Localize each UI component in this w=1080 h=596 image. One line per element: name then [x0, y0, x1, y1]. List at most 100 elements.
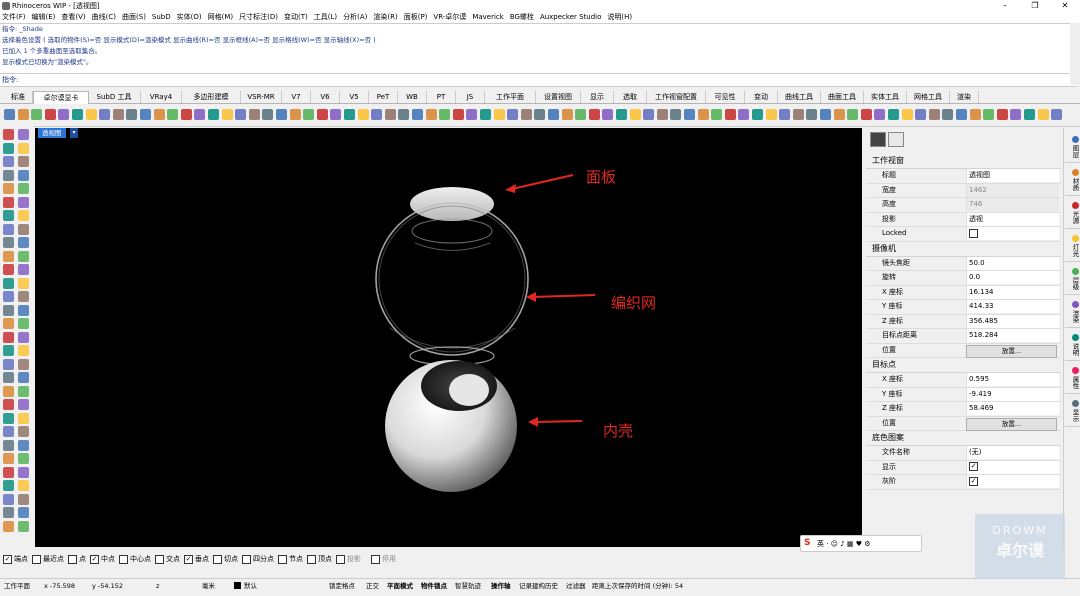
- left-tool-icon[interactable]: [3, 291, 14, 302]
- left-tool-icon[interactable]: [3, 196, 14, 208]
- toolbar-tool-icon[interactable]: [1051, 109, 1063, 120]
- checkbox-4[interactable]: [969, 228, 978, 238]
- left-tool-icon[interactable]: [18, 399, 29, 410]
- left-tool-icon[interactable]: [18, 277, 29, 289]
- left-tool-icon[interactable]: [18, 129, 29, 140]
- left-tool-icon[interactable]: [3, 507, 14, 518]
- left-tool-icon[interactable]: [3, 264, 14, 275]
- toolbar-tool-icon[interactable]: [1024, 109, 1035, 120]
- osnap-1[interactable]: 最近点: [32, 552, 64, 566]
- toolbar-tool-icon[interactable]: [697, 109, 709, 120]
- osnap-checkbox[interactable]: [336, 554, 345, 564]
- tab-10[interactable]: WB: [398, 91, 427, 103]
- toolbar-tool-icon[interactable]: [140, 109, 151, 120]
- ime-toolbar[interactable]: S 英 · ☺ ♪ ▦ ♥ ⚙: [800, 535, 922, 552]
- menu-mesh[interactable]: 网格(M): [208, 12, 234, 23]
- toolbar-tool-icon[interactable]: [874, 109, 886, 120]
- tab-23[interactable]: 网格工具: [907, 91, 950, 103]
- left-tool-icon[interactable]: [3, 250, 14, 262]
- menu-auxpecker[interactable]: Auxpecker Studio: [540, 12, 601, 23]
- left-tool-icon[interactable]: [18, 304, 29, 316]
- property-value[interactable]: -9.419: [966, 387, 1059, 401]
- side-tab-4[interactable]: 层级: [1065, 264, 1080, 295]
- ime-mode-icon[interactable]: 英 · ☺ ♪ ▦ ♥ ⚙: [817, 539, 871, 549]
- left-tool-icon[interactable]: [18, 345, 29, 356]
- side-tab-1[interactable]: 材质: [1065, 165, 1080, 196]
- osnap-11[interactable]: 投影: [336, 552, 361, 566]
- menu-analyze[interactable]: 分析(A): [343, 12, 367, 23]
- toolbar-tool-icon[interactable]: [602, 109, 614, 120]
- left-tool-icon[interactable]: [18, 439, 29, 451]
- menu-vr[interactable]: VR-卓尔谟: [433, 12, 466, 23]
- checkbox-2[interactable]: ✓: [969, 476, 978, 486]
- tab-3[interactable]: VRay4: [141, 91, 182, 103]
- place-button[interactable]: 放置...: [966, 417, 1057, 431]
- toolbar-tool-icon[interactable]: [643, 109, 655, 120]
- left-tool-icon[interactable]: [18, 520, 29, 532]
- toolbar-tool-icon[interactable]: [792, 109, 804, 120]
- toolbar-tool-icon[interactable]: [724, 109, 736, 120]
- toolbar-tool-icon[interactable]: [956, 109, 967, 120]
- toolbar-tool-icon[interactable]: [548, 109, 559, 120]
- menu-transform[interactable]: 变动(T): [284, 12, 308, 23]
- menu-subd[interactable]: SubD: [152, 12, 171, 23]
- toolbar-tool-icon[interactable]: [126, 109, 138, 120]
- left-tool-icon[interactable]: [18, 412, 29, 424]
- toolbar-tool-icon[interactable]: [752, 109, 763, 120]
- tab-5[interactable]: VSR-MR: [241, 91, 282, 103]
- toolbar-tool-icon[interactable]: [276, 109, 287, 120]
- menu-dimension[interactable]: 尺寸标注(D): [239, 12, 278, 23]
- property-value[interactable]: 518.284: [966, 329, 1059, 342]
- toolbar-tool-icon[interactable]: [344, 109, 355, 120]
- left-tool-icon[interactable]: [18, 466, 29, 478]
- tab-16[interactable]: 选取: [614, 91, 647, 103]
- toolbar-tool-icon[interactable]: [31, 109, 43, 120]
- tab-15[interactable]: 显示: [581, 91, 614, 103]
- osnap-checkbox[interactable]: [155, 554, 164, 564]
- checkbox-1[interactable]: ✓: [969, 462, 978, 471]
- command-input[interactable]: 指令:: [0, 73, 1078, 87]
- tab-6[interactable]: V7: [282, 91, 311, 103]
- osnap-4[interactable]: 中心点: [119, 552, 151, 566]
- left-tool-icon[interactable]: [18, 223, 29, 235]
- side-tab-8[interactable]: 显示: [1065, 396, 1080, 427]
- left-tool-icon[interactable]: [18, 183, 29, 194]
- toolbar-tool-icon[interactable]: [180, 109, 192, 120]
- osnap-checkbox[interactable]: [307, 554, 316, 564]
- minimize-button[interactable]: –: [990, 0, 1020, 12]
- property-value[interactable]: 16.134: [966, 285, 1059, 299]
- left-tool-icon[interactable]: [18, 453, 29, 464]
- menu-panels[interactable]: 面板(P): [404, 12, 428, 23]
- toolbar-tool-icon[interactable]: [371, 109, 383, 120]
- left-tool-icon[interactable]: [18, 142, 29, 154]
- place-button[interactable]: 放置...: [966, 344, 1057, 358]
- left-tool-icon[interactable]: [18, 196, 29, 208]
- perspective-viewport[interactable]: 面板 编织网 内壳: [35, 128, 862, 547]
- osnap-5[interactable]: 交点: [155, 552, 180, 566]
- toolbar-tool-icon[interactable]: [153, 109, 165, 120]
- left-tool-icon[interactable]: [18, 250, 29, 262]
- left-tool-icon[interactable]: [18, 480, 29, 491]
- tab-18[interactable]: 可见性: [706, 91, 745, 103]
- toolbar-tool-icon[interactable]: [167, 109, 179, 120]
- osnap-checkbox[interactable]: [68, 554, 77, 564]
- left-tool-icon[interactable]: [3, 183, 14, 194]
- status-layer[interactable]: 默认: [244, 579, 257, 593]
- left-tool-icon[interactable]: [3, 372, 14, 383]
- tab-19[interactable]: 变动: [745, 91, 778, 103]
- side-tab-6[interactable]: 说明: [1065, 330, 1080, 361]
- tab-0[interactable]: 标准: [4, 91, 33, 103]
- toolbar-tool-icon[interactable]: [860, 109, 872, 120]
- osnap-6[interactable]: ✓ 垂点: [184, 552, 209, 566]
- tab-9[interactable]: PeT: [369, 91, 398, 103]
- toolbar-tool-icon[interactable]: [996, 109, 1008, 120]
- left-tool-icon[interactable]: [18, 237, 29, 248]
- left-tool-icon[interactable]: [3, 520, 14, 532]
- left-tool-icon[interactable]: [3, 412, 14, 424]
- toolbar-tool-icon[interactable]: [1037, 109, 1049, 120]
- toolbar-tool-icon[interactable]: [588, 109, 600, 120]
- toolbar-tool-icon[interactable]: [806, 109, 818, 120]
- osnap-checkbox[interactable]: ✓: [3, 554, 12, 564]
- osnap-checkbox[interactable]: [119, 554, 128, 564]
- tab-2[interactable]: SubD 工具: [88, 91, 141, 103]
